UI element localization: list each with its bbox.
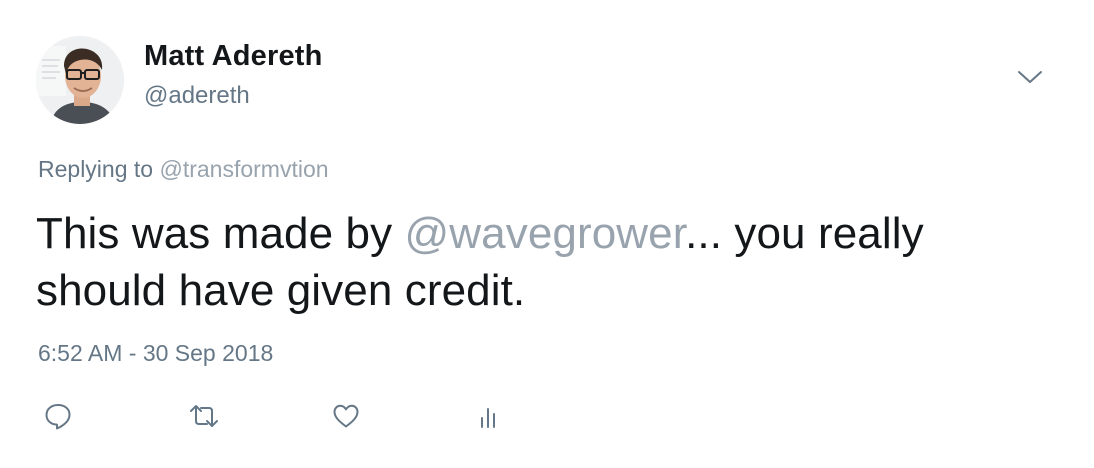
like-button[interactable] [328, 398, 364, 434]
tweet-menu-button[interactable] [1012, 62, 1048, 92]
retweet-icon [190, 405, 218, 427]
reply-button[interactable] [40, 398, 76, 434]
tweet-text: This was made by @wavegrower... you real… [36, 205, 1066, 319]
avatar-photo [36, 36, 124, 124]
speech-bubble-icon [45, 404, 71, 430]
analytics-button[interactable] [470, 398, 506, 434]
reply-context: Replying to @transformvtion [38, 156, 329, 183]
reply-context-mention[interactable]: @transformvtion [159, 156, 328, 182]
tweet-mention[interactable]: @wavegrower [405, 209, 686, 258]
reply-context-prefix: Replying to [38, 156, 160, 182]
chevron-down-icon [1018, 71, 1042, 83]
author-handle[interactable]: @adereth [144, 82, 250, 110]
author-display-name[interactable]: Matt Adereth [144, 40, 323, 73]
tweet-timestamp[interactable]: 6:52 AM - 30 Sep 2018 [38, 340, 273, 367]
heart-icon [333, 404, 359, 428]
avatar[interactable] [36, 36, 124, 124]
tweet-text-before: This was made by [36, 209, 405, 258]
bar-chart-icon [481, 408, 495, 428]
retweet-button[interactable] [186, 398, 222, 434]
tweet-card: Matt Adereth @adereth Replying to @trans… [0, 0, 1094, 468]
